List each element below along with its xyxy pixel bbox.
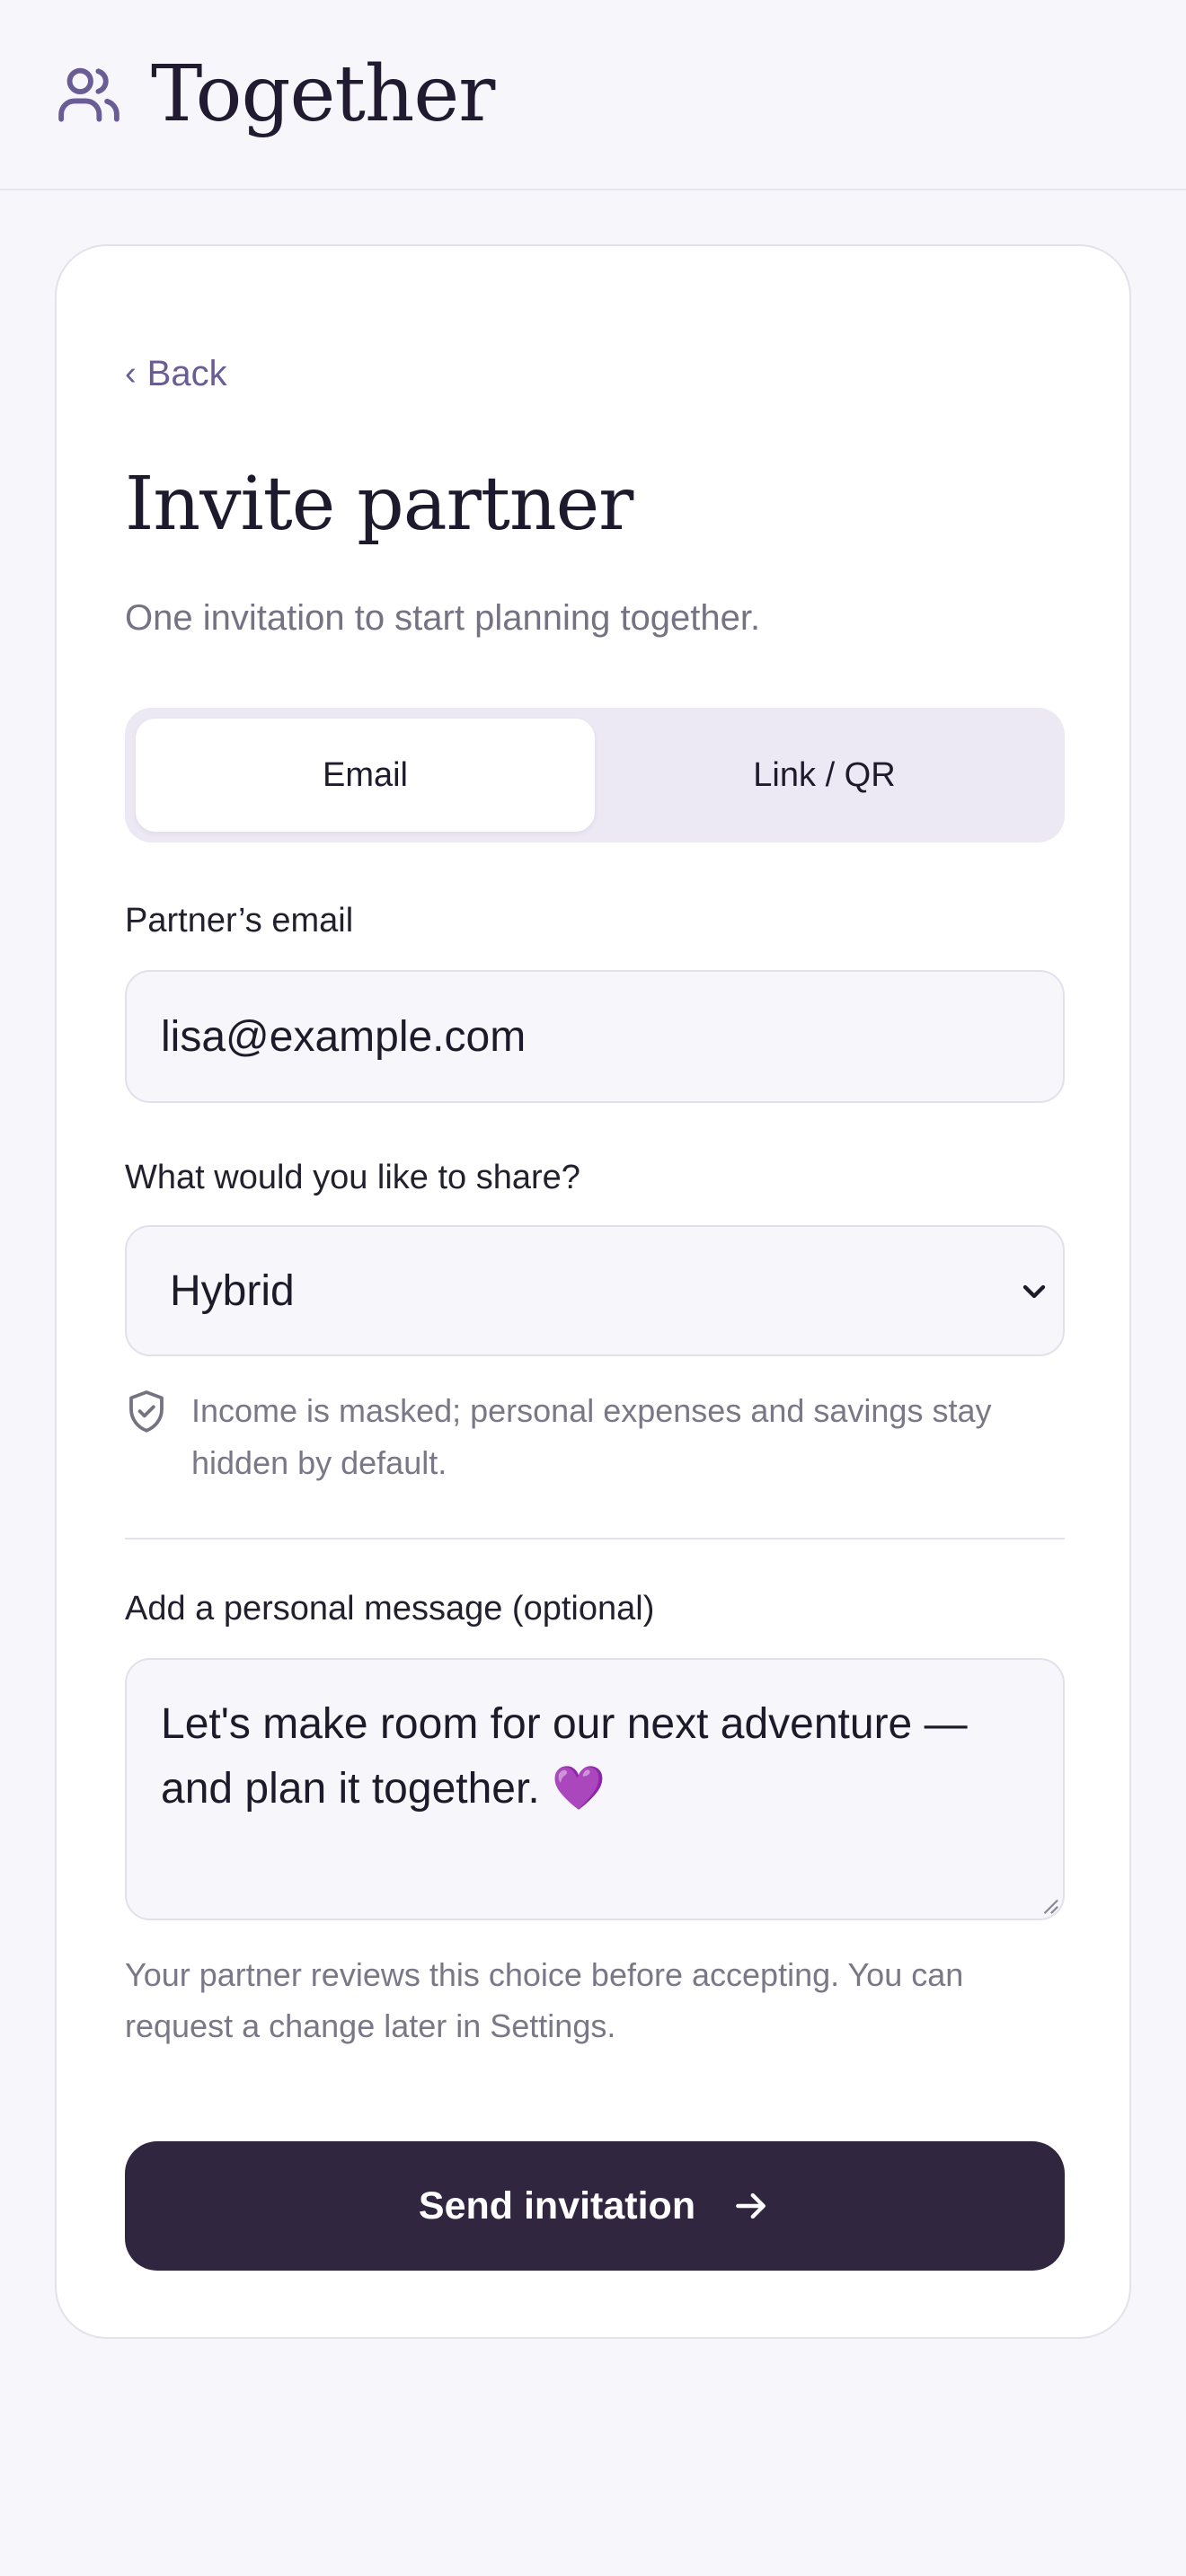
message-textarea[interactable]: Let's make room for our next adventure —… <box>125 1658 1065 1920</box>
tab-link-qr[interactable]: Link / QR <box>595 719 1054 832</box>
shield-check-icon <box>129 1390 164 1433</box>
chevron-left-icon: ‹ <box>125 355 137 393</box>
email-field-label: Partner’s email <box>125 902 354 940</box>
share-select-label: What would you like to share? <box>125 1159 580 1196</box>
send-invitation-label: Send invitation <box>418 2183 696 2228</box>
invite-method-tabs: Email Link / QR <box>125 708 1065 842</box>
app-title: Together <box>151 49 495 139</box>
chevron-down-icon <box>1022 1284 1046 1299</box>
resize-handle-icon[interactable] <box>1040 1895 1059 1915</box>
back-label: Back <box>146 354 227 393</box>
message-textarea-value: Let's make room for our next adventure —… <box>161 1700 968 1813</box>
share-select[interactable]: Hybrid <box>125 1225 1065 1356</box>
invite-card: ‹ Back Invite partner One invitation to … <box>55 244 1131 2339</box>
app-header: Together <box>0 0 1186 190</box>
send-invitation-button[interactable]: Send invitation <box>125 2141 1065 2271</box>
share-hint: Income is masked; personal expenses and … <box>125 1385 1065 1489</box>
arrow-right-icon <box>736 2192 766 2219</box>
page-title: Invite partner <box>125 462 633 547</box>
back-link[interactable]: ‹ Back <box>125 354 1065 394</box>
share-select-value: Hybrid <box>170 1266 295 1315</box>
message-field-label: Add a personal message (optional) <box>125 1590 655 1628</box>
review-note: Your partner reviews this choice before … <box>125 1956 964 2044</box>
share-hint-text: Income is masked; personal expenses and … <box>191 1392 992 1481</box>
divider <box>125 1538 1065 1539</box>
users-icon <box>58 67 119 122</box>
tab-email[interactable]: Email <box>136 719 595 832</box>
email-field[interactable]: lisa@example.com <box>125 970 1065 1103</box>
email-field-value: lisa@example.com <box>161 1012 527 1061</box>
page-subtitle: One invitation to start planning togethe… <box>125 598 761 638</box>
